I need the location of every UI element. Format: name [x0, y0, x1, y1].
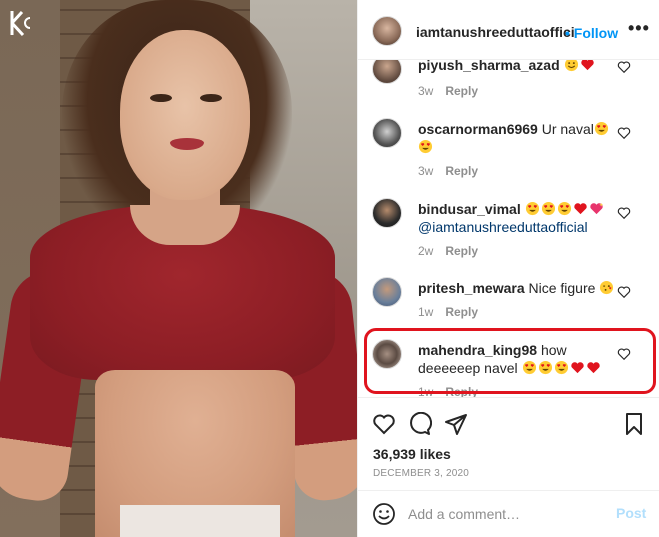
comment-body: pritesh_mewara Nice figure: [418, 279, 628, 297]
reply-button[interactable]: Reply: [445, 84, 478, 98]
comment-text-line2: deeeeeep navel: [418, 360, 518, 376]
heart-eyes-emoji-icon: [418, 139, 433, 154]
heart-emoji-icon: [580, 60, 594, 71]
post-actions: 36,939 likes DECEMBER 3, 2020: [358, 397, 659, 487]
save-bookmark-icon[interactable]: [622, 412, 646, 436]
heart-eyes-emoji-icon: [538, 360, 552, 375]
comment-time: 3w: [418, 84, 434, 98]
photo-lips: [170, 138, 204, 150]
comment-body: bindusar_vimal @iamtanushreeduttaofficia…: [418, 200, 628, 236]
comment-username[interactable]: bindusar_vimal: [418, 201, 521, 217]
heart-eyes-emoji-icon: [554, 360, 568, 375]
watermark-logo-icon: [10, 10, 31, 37]
comments-list[interactable]: piyush_sharma_azad 3w Reply oscarnorman69…: [358, 60, 659, 397]
comment-time: 1w: [418, 385, 434, 397]
comment-meta: 2w Reply: [418, 244, 478, 258]
reply-button[interactable]: Reply: [445, 305, 478, 319]
heart-eyes-emoji-icon: [525, 201, 539, 216]
comment-text-line1: how: [540, 342, 567, 358]
commenter-avatar[interactable]: [372, 198, 402, 228]
post-comment-button[interactable]: Post: [616, 505, 646, 521]
comment-username[interactable]: mahendra_king98: [418, 342, 537, 358]
heart-eyes-emoji-icon: [541, 201, 555, 216]
heart-emoji-icon: [570, 362, 584, 374]
add-comment-bar: Post: [358, 490, 659, 537]
post-photo[interactable]: [0, 0, 357, 537]
photo-eye-left: [150, 94, 172, 102]
sparkling-heart-emoji-icon: [589, 202, 603, 215]
heart-emoji-icon: [573, 203, 587, 215]
like-comment-heart-icon[interactable]: [617, 347, 631, 361]
heart-eyes-emoji-icon: [594, 121, 608, 136]
like-comment-heart-icon[interactable]: [617, 126, 631, 140]
comment-time: 3w: [418, 164, 434, 178]
photo-eye-right: [200, 94, 222, 102]
like-heart-icon[interactable]: [372, 412, 396, 436]
author-username[interactable]: iamtanushreeduttaoffici: [416, 24, 575, 40]
comment-mention[interactable]: @iamtanushreeduttaofficial: [418, 219, 588, 235]
comment-time: 2w: [418, 244, 434, 258]
like-comment-heart-icon[interactable]: [617, 60, 631, 74]
reply-button[interactable]: Reply: [445, 244, 478, 258]
reply-button[interactable]: Reply: [445, 164, 478, 178]
comment-meta: 1w Reply: [418, 305, 478, 319]
reply-button[interactable]: Reply: [445, 385, 478, 397]
add-comment-input[interactable]: [408, 504, 598, 524]
photo-face: [120, 30, 250, 200]
comment-meta: 3w Reply: [418, 164, 478, 178]
comment-meta: 1w Reply: [418, 385, 478, 397]
comment-text: Nice figure: [528, 280, 596, 296]
comment-meta: 3w Reply: [418, 84, 478, 98]
post-header: iamtanushreeduttaoffici • Follow •••: [358, 0, 659, 60]
follow-button[interactable]: • Follow: [565, 25, 618, 41]
heart-eyes-emoji-icon: [557, 201, 571, 216]
likes-count[interactable]: 36,939 likes: [373, 446, 451, 462]
commenter-avatar[interactable]: [372, 118, 402, 148]
comment-body: mahendra_king98 how deeeeeep navel: [418, 341, 628, 377]
comment-username[interactable]: oscarnorman6969: [418, 121, 538, 137]
photo-pants: [120, 505, 280, 537]
author-avatar[interactable]: [372, 16, 402, 46]
comment-time: 1w: [418, 305, 434, 319]
emoji-picker-smile-icon[interactable]: [372, 502, 396, 526]
heart-eyes-emoji-icon: [522, 360, 536, 375]
like-comment-heart-icon[interactable]: [617, 206, 631, 220]
like-comment-heart-icon[interactable]: [617, 285, 631, 299]
commenter-avatar[interactable]: [372, 60, 402, 84]
heart-emoji-icon: [586, 362, 600, 374]
watermark-logo: [8, 8, 34, 38]
comment-bubble-icon[interactable]: [408, 412, 432, 436]
share-paper-plane-icon[interactable]: [444, 412, 468, 436]
commenter-avatar[interactable]: [372, 277, 402, 307]
comment-text: Ur naval: [541, 121, 594, 137]
comment-username[interactable]: pritesh_mewara: [418, 280, 525, 296]
post-side-panel: iamtanushreeduttaoffici • Follow ••• piy…: [357, 0, 659, 537]
comment-body: oscarnorman6969 Ur naval: [418, 120, 628, 156]
comment-body: piyush_sharma_azad: [418, 60, 628, 74]
wink-kiss-emoji-icon: [600, 280, 614, 295]
smile-emoji-icon: [564, 60, 578, 72]
comment-username[interactable]: piyush_sharma_azad: [418, 60, 560, 73]
commenter-avatar[interactable]: [372, 339, 402, 369]
more-options-button[interactable]: •••: [628, 18, 650, 39]
post-date[interactable]: DECEMBER 3, 2020: [373, 468, 469, 479]
